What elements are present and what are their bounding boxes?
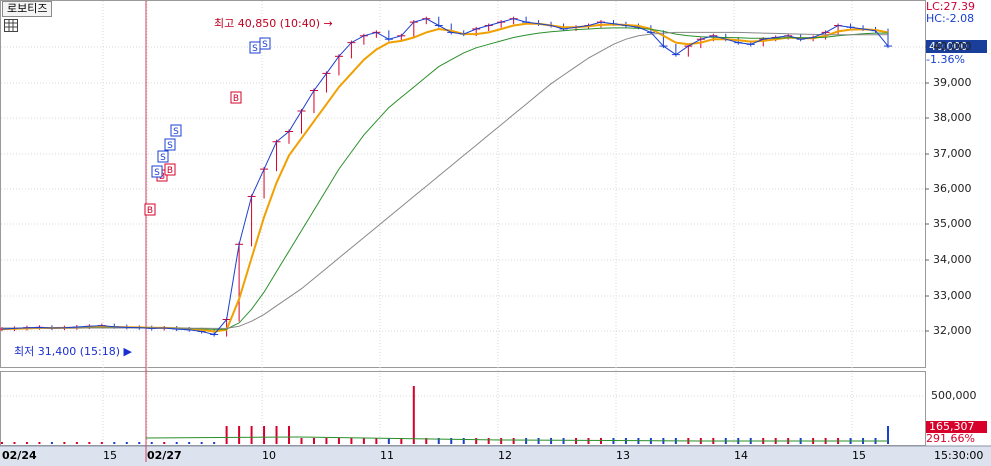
- price-axis-tick: 38,000: [933, 111, 972, 124]
- buy-marker-label: B: [147, 206, 153, 216]
- stock-name: 로보티즈: [7, 2, 48, 15]
- sell-marker-label: S: [252, 44, 258, 54]
- price-axis-tick: 34,000: [933, 253, 972, 266]
- stock-chart[interactable]: BBBBSSSSSS: [0, 0, 991, 466]
- price-axis-tick: 36,000: [933, 182, 972, 195]
- stock-title-box[interactable]: 로보티즈: [2, 1, 53, 17]
- time-axis-label: 15: [103, 449, 117, 462]
- time-axis-clock: 15:30:00: [934, 449, 984, 462]
- price-axis-tick: 32,000: [933, 324, 972, 337]
- arrow-right-icon: →: [323, 17, 333, 30]
- buy-marker-label: B: [167, 166, 173, 176]
- time-axis-label: 02/27: [147, 449, 182, 462]
- time-axis-label: 14: [734, 449, 748, 462]
- high-annotation-text: 최고 40,850 (10:40): [214, 17, 321, 30]
- table-grid-icon[interactable]: [4, 19, 18, 32]
- price-axis-tick: 37,000: [933, 147, 972, 160]
- price-axis-tick: 40,000: [933, 40, 972, 53]
- buy-marker-label: B: [233, 94, 239, 104]
- sell-marker-label: S: [167, 141, 173, 151]
- volume-axis-tick: 500,000: [931, 389, 977, 402]
- time-axis-label: 12: [498, 449, 512, 462]
- volume-panel: [0, 371, 926, 446]
- sell-marker-label: S: [262, 40, 268, 50]
- sell-marker-label: S: [173, 127, 179, 137]
- time-axis-label: 02/24: [2, 449, 37, 462]
- price-axis-tick: 33,000: [933, 289, 972, 302]
- price-panel: [0, 0, 926, 368]
- hc-indicator: HC:-2.08: [926, 12, 975, 25]
- arrow-right-icon: ▶: [123, 345, 132, 358]
- time-axis-label: 13: [616, 449, 630, 462]
- time-axis-label: 15: [852, 449, 866, 462]
- low-annotation-text: 최저 31,400 (15:18): [14, 345, 121, 358]
- sell-marker-label: S: [154, 168, 160, 178]
- sell-marker-label: S: [160, 153, 166, 163]
- low-annotation: 최저 31,400 (15:18) ▶: [14, 343, 132, 359]
- volume-pct: 291.66%: [926, 432, 975, 445]
- high-annotation: 최고 40,850 (10:40) →: [214, 15, 333, 31]
- time-axis-label: 11: [380, 449, 394, 462]
- time-axis-label: 10: [262, 449, 276, 462]
- current-change-pct: -1.36%: [926, 53, 965, 66]
- price-axis-tick: 39,000: [933, 76, 972, 89]
- price-axis-tick: 35,000: [933, 217, 972, 230]
